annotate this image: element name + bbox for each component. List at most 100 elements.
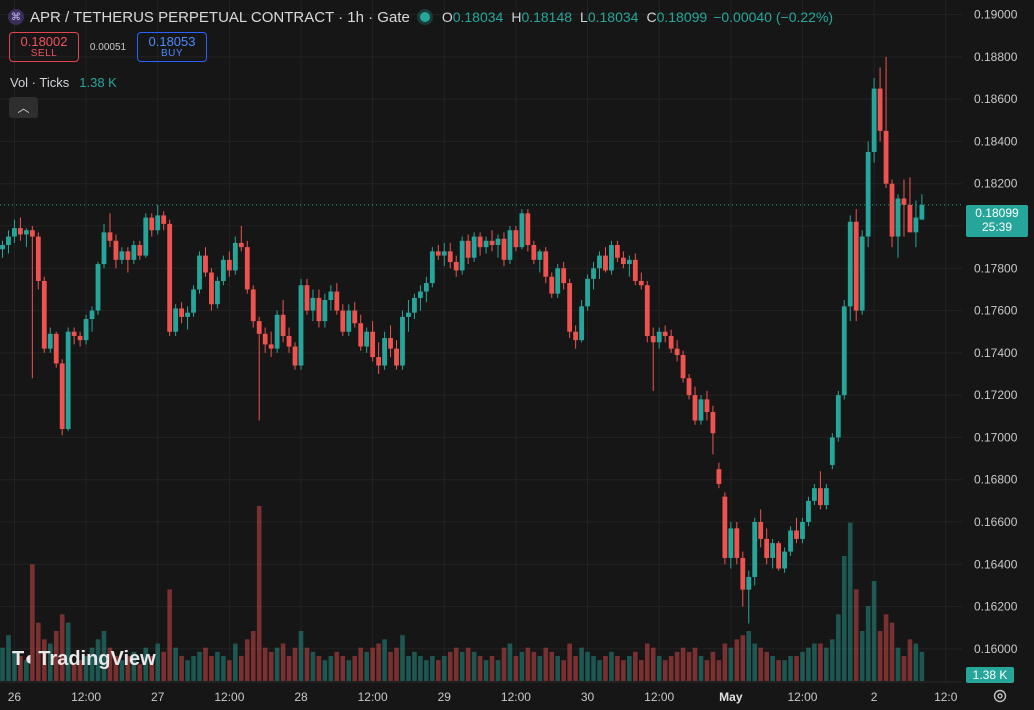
apr-token-icon[interactable]: ⌘ <box>8 9 24 25</box>
volume-bar <box>555 656 561 681</box>
candle-body <box>0 245 5 250</box>
candle-body <box>752 522 758 577</box>
volume-bar <box>424 660 429 681</box>
gear-icon-graphic <box>993 689 1007 703</box>
candle-body <box>800 522 805 539</box>
candle-body <box>722 496 728 558</box>
candle-body <box>817 488 823 506</box>
candle-body <box>477 236 483 248</box>
candle-body <box>806 500 811 522</box>
volume-bar <box>788 656 793 681</box>
volume-bar <box>465 647 471 681</box>
volume-bar <box>895 647 901 681</box>
candle-body <box>47 333 53 349</box>
buy-price: 0.18053 <box>148 33 196 49</box>
volume-bar <box>286 656 292 681</box>
candle-body <box>35 236 41 281</box>
symbol-title[interactable]: APR / TETHERUS PERPETUAL CONTRACT · 1h ·… <box>30 9 410 26</box>
candle-body <box>274 314 280 349</box>
volume-bar <box>268 651 274 681</box>
price-chart[interactable]: 0.19000 0.18800 0.18600 0.18400 0.18200 0.180… <box>0 0 1034 710</box>
volume-bar <box>818 643 823 681</box>
candle-body <box>12 228 17 237</box>
close-value: 0.18099 <box>656 9 708 25</box>
x-tick-label: 12:00 <box>501 690 531 704</box>
candle-body <box>686 378 692 396</box>
low-value: 0.18034 <box>587 9 639 25</box>
y-tick-label: 0.18800 <box>974 50 1018 64</box>
candle-body <box>441 251 447 256</box>
volume-legend[interactable]: Vol · Ticks 1.38 K <box>10 75 117 90</box>
candle-body <box>179 308 184 317</box>
y-tick-label: 0.16000 <box>974 642 1018 656</box>
volume-bar <box>453 647 459 681</box>
volume-bar <box>549 651 555 681</box>
close-key: C <box>646 9 657 25</box>
volume-bar <box>447 651 453 681</box>
volume-bar <box>406 656 411 681</box>
candle-body <box>394 348 399 366</box>
gear-icon[interactable] <box>990 686 1010 706</box>
candle-body <box>537 251 543 260</box>
candle-body <box>250 289 256 322</box>
candle-body <box>161 215 167 224</box>
volume-bar <box>244 639 250 681</box>
volume-bar <box>495 660 501 681</box>
y-tick-label: 0.19000 <box>974 8 1018 22</box>
volume-bar <box>525 647 531 681</box>
candle-body <box>465 240 471 258</box>
volume-bar <box>728 647 734 681</box>
volume-bar <box>776 660 781 681</box>
volume-bar <box>477 656 483 681</box>
candle-body <box>53 333 59 364</box>
candle-body <box>453 261 459 271</box>
candle-body <box>859 236 865 311</box>
y-tick-label: 0.18400 <box>974 134 1018 148</box>
volume-bar <box>567 643 572 681</box>
candle-body <box>143 217 149 256</box>
volume-bar <box>662 660 668 681</box>
collapse-legend-button[interactable]: ︿ <box>9 97 38 118</box>
volume-bar <box>388 651 393 681</box>
last-price-value: 0.18099 <box>975 206 1019 221</box>
candle-body <box>656 331 662 343</box>
volume-bar <box>889 622 895 681</box>
volume-bar <box>853 589 859 681</box>
volume-bar <box>394 647 399 681</box>
candle-body <box>907 204 913 233</box>
candle-body <box>256 321 262 334</box>
candle-body <box>459 240 465 271</box>
candle-body <box>6 236 11 246</box>
sell-label: SELL <box>30 47 58 59</box>
volume-bar <box>830 639 835 681</box>
volume-legend-value: 1.38 K <box>79 75 117 90</box>
tradingview-logo-icon: T◖ <box>12 648 34 670</box>
volume-bar <box>913 643 919 681</box>
candle-body <box>740 557 746 590</box>
x-tick-label: 12:0 <box>934 690 958 704</box>
candle-body <box>137 245 143 256</box>
price-change: −0.00040 (−0.22%) <box>713 9 834 25</box>
x-tick-label: 2 <box>871 690 878 704</box>
candle-body <box>543 251 549 277</box>
volume-bar <box>615 656 620 681</box>
y-tick-label: 0.16800 <box>974 473 1018 487</box>
candle-body <box>841 306 847 396</box>
volume-bar <box>501 647 507 681</box>
y-tick-label: 0.18600 <box>974 92 1018 106</box>
candle-body <box>513 230 519 248</box>
candle-body <box>489 240 495 246</box>
tradingview-logo[interactable]: T◖ TradingView <box>12 648 156 671</box>
volume-bar <box>877 631 883 681</box>
candle-body <box>823 488 829 506</box>
sell-button[interactable]: 0.18002 SELL <box>9 32 79 62</box>
volume-bar <box>352 656 358 681</box>
candle-body <box>77 335 83 341</box>
volume-bar <box>603 656 608 681</box>
low-key: L <box>580 9 588 25</box>
buy-button[interactable]: 0.18053 BUY <box>137 32 207 62</box>
candle-body <box>668 335 674 349</box>
volume-bar <box>609 651 614 681</box>
candle-body <box>95 264 101 311</box>
volume-bar <box>698 656 704 681</box>
